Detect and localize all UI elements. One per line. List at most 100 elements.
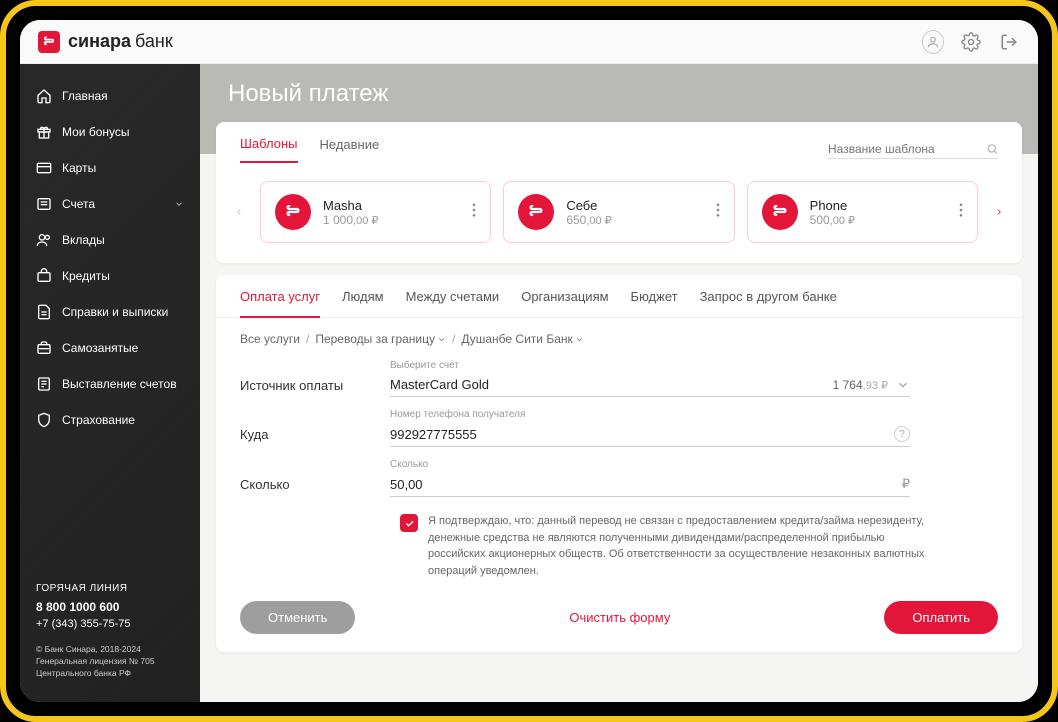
- sidebar-item-invoicing[interactable]: Выставление счетов: [20, 366, 200, 402]
- sidebar-item-label: Мои бонусы: [62, 125, 130, 139]
- tab-templates[interactable]: Шаблоны: [240, 136, 298, 163]
- template-more-button[interactable]: [959, 203, 963, 222]
- currency-symbol: ₽: [902, 476, 910, 492]
- sidebar-item-cards[interactable]: Карты: [20, 150, 200, 186]
- breadcrumb-sep: /: [452, 332, 455, 346]
- clear-form-button[interactable]: Очистить форму: [541, 601, 698, 634]
- page-title: Новый платеж: [200, 64, 1038, 122]
- breadcrumb-l1[interactable]: Переводы за границу: [315, 332, 446, 346]
- search-icon: [986, 142, 998, 156]
- sidebar-item-insurance[interactable]: Страхование: [20, 402, 200, 438]
- deposits-icon: [36, 232, 52, 248]
- loans-icon: [36, 268, 52, 284]
- profile-button[interactable]: [922, 31, 944, 53]
- source-label: Источник оплаты: [240, 360, 390, 393]
- dots-vertical-icon: [959, 203, 963, 217]
- chevron-down-icon: [437, 335, 446, 344]
- sidebar-footer: ГОРЯЧАЯ ЛИНИЯ 8 800 1000 600 +7 (343) 35…: [20, 569, 200, 692]
- help-button[interactable]: ?: [894, 426, 910, 442]
- shield-icon: [36, 412, 52, 428]
- logout-button[interactable]: [998, 31, 1020, 53]
- template-amount: 1 000,00 ₽: [323, 213, 460, 227]
- template-more-button[interactable]: [472, 203, 476, 222]
- cancel-button[interactable]: Отменить: [240, 601, 355, 634]
- breadcrumb-root[interactable]: Все услуги: [240, 332, 300, 346]
- sidebar-item-home[interactable]: Главная: [20, 78, 200, 114]
- template-search[interactable]: [828, 140, 998, 159]
- sidebar-item-label: Вклады: [62, 233, 105, 247]
- confirm-text: Я подтверждаю, что: данный перевод не св…: [428, 513, 928, 579]
- sidebar-item-label: Счета: [62, 197, 95, 211]
- dots-vertical-icon: [472, 203, 476, 217]
- template-card[interactable]: Masha 1 000,00 ₽: [260, 181, 491, 243]
- dest-input[interactable]: [390, 427, 894, 442]
- sidebar-item-label: Главная: [62, 89, 108, 103]
- check-icon: [404, 518, 415, 529]
- home-icon: [36, 88, 52, 104]
- top-bar: синара банк: [20, 20, 1038, 64]
- hotline-title: ГОРЯЧАЯ ЛИНИЯ: [36, 581, 184, 596]
- legal-line-3: Центрального банка РФ: [36, 668, 184, 680]
- document-icon: [36, 304, 52, 320]
- sidebar-item-label: Страхование: [62, 413, 135, 427]
- sidebar-item-accounts[interactable]: Счета: [20, 186, 200, 222]
- svc-tab-people[interactable]: Людям: [342, 289, 384, 317]
- dest-caption: Номер телефона получателя: [390, 409, 910, 420]
- chevron-right-icon: [994, 205, 1004, 219]
- source-select[interactable]: MasterCard Gold 1 764,93 ₽: [390, 373, 910, 397]
- main-content: Новый платеж Шаблоны Недавние: [200, 64, 1038, 702]
- template-icon: [762, 194, 798, 230]
- card-icon: [36, 160, 52, 176]
- breadcrumb-sep: /: [306, 332, 309, 346]
- breadcrumb: Все услуги / Переводы за границу / Душан…: [216, 318, 1022, 354]
- template-icon: [518, 194, 554, 230]
- source-balance: 1 764,93 ₽: [833, 378, 888, 392]
- legal-line-2: Генеральная лицензия № 705: [36, 656, 184, 668]
- svc-tab-services[interactable]: Оплата услуг: [240, 289, 320, 318]
- avatar-icon: [922, 30, 944, 54]
- svc-tab-orgs[interactable]: Организациям: [521, 289, 608, 317]
- sidebar-item-deposits[interactable]: Вклады: [20, 222, 200, 258]
- sidebar-item-label: Выставление счетов: [62, 377, 177, 391]
- template-search-input[interactable]: [828, 142, 980, 156]
- templates-panel: Шаблоны Недавние Masha 1: [216, 122, 1022, 263]
- chevron-down-icon: [575, 335, 584, 344]
- chevron-down-icon: [896, 378, 910, 392]
- template-card[interactable]: Phone 500,00 ₽: [747, 181, 978, 243]
- sidebar-item-label: Справки и выписки: [62, 305, 168, 319]
- settings-button[interactable]: [960, 31, 982, 53]
- amount-caption: Сколько: [390, 459, 910, 470]
- svc-tab-budget[interactable]: Бюджет: [631, 289, 678, 317]
- hotline-phone-1[interactable]: 8 800 1000 600: [36, 598, 184, 616]
- svc-tab-between[interactable]: Между счетами: [406, 289, 500, 317]
- template-more-button[interactable]: [716, 203, 720, 222]
- sidebar-item-loans[interactable]: Кредиты: [20, 258, 200, 294]
- payment-form-panel: Оплата услуг Людям Между счетами Организ…: [216, 275, 1022, 652]
- tab-recent[interactable]: Недавние: [320, 137, 380, 162]
- source-caption: Выберите счет: [390, 360, 910, 371]
- sidebar-item-label: Карты: [62, 161, 96, 175]
- breadcrumb-l2[interactable]: Душанбе Сити Банк: [461, 332, 583, 346]
- sidebar-item-selfemployed[interactable]: Самозанятые: [20, 330, 200, 366]
- svc-tab-otherbank[interactable]: Запрос в другом банке: [700, 289, 837, 317]
- amount-input[interactable]: [390, 477, 902, 492]
- logout-icon: [1000, 33, 1018, 51]
- template-card[interactable]: Себе 650,00 ₽: [503, 181, 734, 243]
- brand-logo-icon: [38, 31, 60, 53]
- dest-label: Куда: [240, 409, 390, 442]
- amount-label: Сколько: [240, 459, 390, 492]
- templates-next[interactable]: [990, 205, 1008, 219]
- templates-prev[interactable]: [230, 205, 248, 219]
- brand-name-light: банк: [135, 31, 173, 52]
- confirm-checkbox[interactable]: [400, 514, 418, 532]
- legal-line-1: © Банк Синара, 2018-2024: [36, 644, 184, 656]
- briefcase-icon: [36, 340, 52, 356]
- hotline-phone-2[interactable]: +7 (343) 355-75-75: [36, 616, 184, 633]
- pay-button[interactable]: Оплатить: [884, 601, 998, 634]
- dots-vertical-icon: [716, 203, 720, 217]
- template-amount: 500,00 ₽: [810, 213, 947, 227]
- sidebar: Главная Мои бонусы Карты Счета Вклады: [20, 64, 200, 702]
- template-name: Себе: [566, 198, 703, 213]
- sidebar-item-bonuses[interactable]: Мои бонусы: [20, 114, 200, 150]
- sidebar-item-statements[interactable]: Справки и выписки: [20, 294, 200, 330]
